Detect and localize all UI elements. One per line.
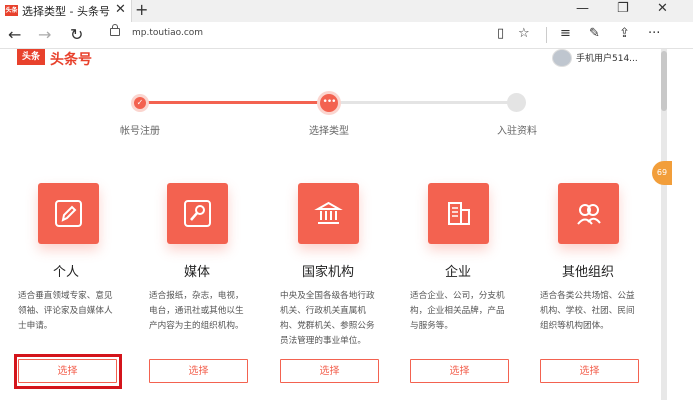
hub-icon[interactable]: ≡	[560, 26, 571, 41]
back-icon[interactable]: ←	[8, 25, 21, 44]
browser-nav-bar: ← → ↻ mp.toutiao.com ▯ ☆ ≡ ✎ ⇪ ···	[0, 22, 693, 49]
microphone-icon[interactable]	[167, 183, 228, 244]
step-3-label: 入驻资料	[497, 126, 537, 137]
share-icon[interactable]: ⇪	[619, 26, 630, 41]
pen-icon[interactable]	[38, 183, 99, 244]
avatar[interactable]	[552, 49, 572, 67]
card-title: 个人	[52, 265, 79, 280]
toutiao-favicon-icon: 头条	[5, 5, 18, 16]
address-bar[interactable]: mp.toutiao.com	[132, 28, 203, 38]
building-icon[interactable]	[428, 183, 489, 244]
favorite-star-icon[interactable]: ☆	[518, 26, 530, 41]
step-line-todo	[328, 101, 516, 104]
card-title: 国家机构	[301, 265, 354, 280]
card-title: 媒体	[183, 265, 210, 280]
forward-icon[interactable]: →	[38, 25, 51, 44]
toolbar-divider	[546, 27, 547, 43]
logo-text[interactable]: 头条号	[50, 49, 92, 69]
step-line-done	[140, 101, 328, 104]
tab-title: 选择类型 - 头条号	[22, 5, 110, 18]
step-3-circle	[507, 93, 526, 112]
scroll-thumb[interactable]	[661, 51, 667, 111]
browser-tab[interactable]: 头条 选择类型 - 头条号 ✕	[0, 0, 132, 22]
card-description: 适合企业、公司，分支机构，企业相关品牌，产品与服务等。	[410, 291, 505, 331]
step-1-circle: ✓	[131, 94, 149, 112]
card-media: 媒体 适合报纸，杂志，电视，电台，通讯社或其他以生产内容为主的组织机构。 选择	[149, 183, 279, 400]
card-enterprise: 企业 适合企业、公司，分支机构，企业相关品牌，产品与服务等。 选择	[410, 183, 540, 400]
dots-icon: •••	[320, 94, 338, 112]
reading-view-icon[interactable]: ▯	[497, 26, 504, 41]
card-description: 适合报纸，杂志，电视，电台，通讯社或其他以生产内容为主的组织机构。	[149, 291, 244, 331]
window-close-icon[interactable]: ✕	[657, 1, 668, 16]
card-title: 企业	[444, 265, 471, 280]
step-2-circle: •••	[317, 91, 341, 115]
institution-icon[interactable]	[298, 183, 359, 244]
restore-icon[interactable]: ❐	[617, 1, 629, 16]
browser-tab-bar: 头条 选择类型 - 头条号 ✕ + — ❐ ✕	[0, 0, 693, 22]
lock-icon	[110, 24, 120, 36]
minimize-icon[interactable]: —	[576, 1, 589, 16]
card-description: 适合各类公共场馆、公益机构、学校、社团、民间组织等机构团体。	[540, 291, 635, 331]
page-header: 头条 头条号 手机用户514...	[0, 49, 660, 69]
card-title: 其他组织	[561, 265, 614, 280]
step-1-label: 帐号注册	[120, 126, 160, 137]
select-button-media[interactable]: 选择	[149, 359, 248, 383]
step-2-label: 选择类型	[309, 126, 349, 137]
select-button-other-org[interactable]: 选择	[540, 359, 639, 383]
web-note-icon[interactable]: ✎	[589, 26, 600, 41]
card-description: 适合垂直领域专家、意见领袖、评论家及自媒体人士申请。	[18, 291, 113, 331]
people-icon[interactable]	[558, 183, 619, 244]
card-other-org: 其他组织 适合各类公共场馆、公益机构、学校、社团、民间组织等机构团体。 选择	[540, 183, 670, 400]
new-tab-icon[interactable]: +	[135, 0, 148, 19]
user-name[interactable]: 手机用户514...	[576, 51, 638, 64]
select-button-government[interactable]: 选择	[280, 359, 379, 383]
refresh-icon[interactable]: ↻	[70, 25, 83, 44]
card-government: 国家机构 中央及全国各级各地行政机关、行政机关直属机构、党群机关、参照公务员法管…	[280, 183, 410, 400]
more-icon[interactable]: ···	[648, 26, 660, 41]
tab-close-icon[interactable]: ✕	[115, 2, 126, 17]
check-icon: ✓	[134, 97, 146, 109]
card-description: 中央及全国各级各地行政机关、行政机关直属机构、党群机关、参照公务员法管理的事业单…	[280, 291, 375, 346]
toutiao-logo-icon[interactable]: 头条	[17, 49, 45, 65]
annotation-highlight-box	[14, 354, 122, 389]
select-button-enterprise[interactable]: 选择	[410, 359, 509, 383]
floating-badge[interactable]: 69	[652, 161, 672, 185]
